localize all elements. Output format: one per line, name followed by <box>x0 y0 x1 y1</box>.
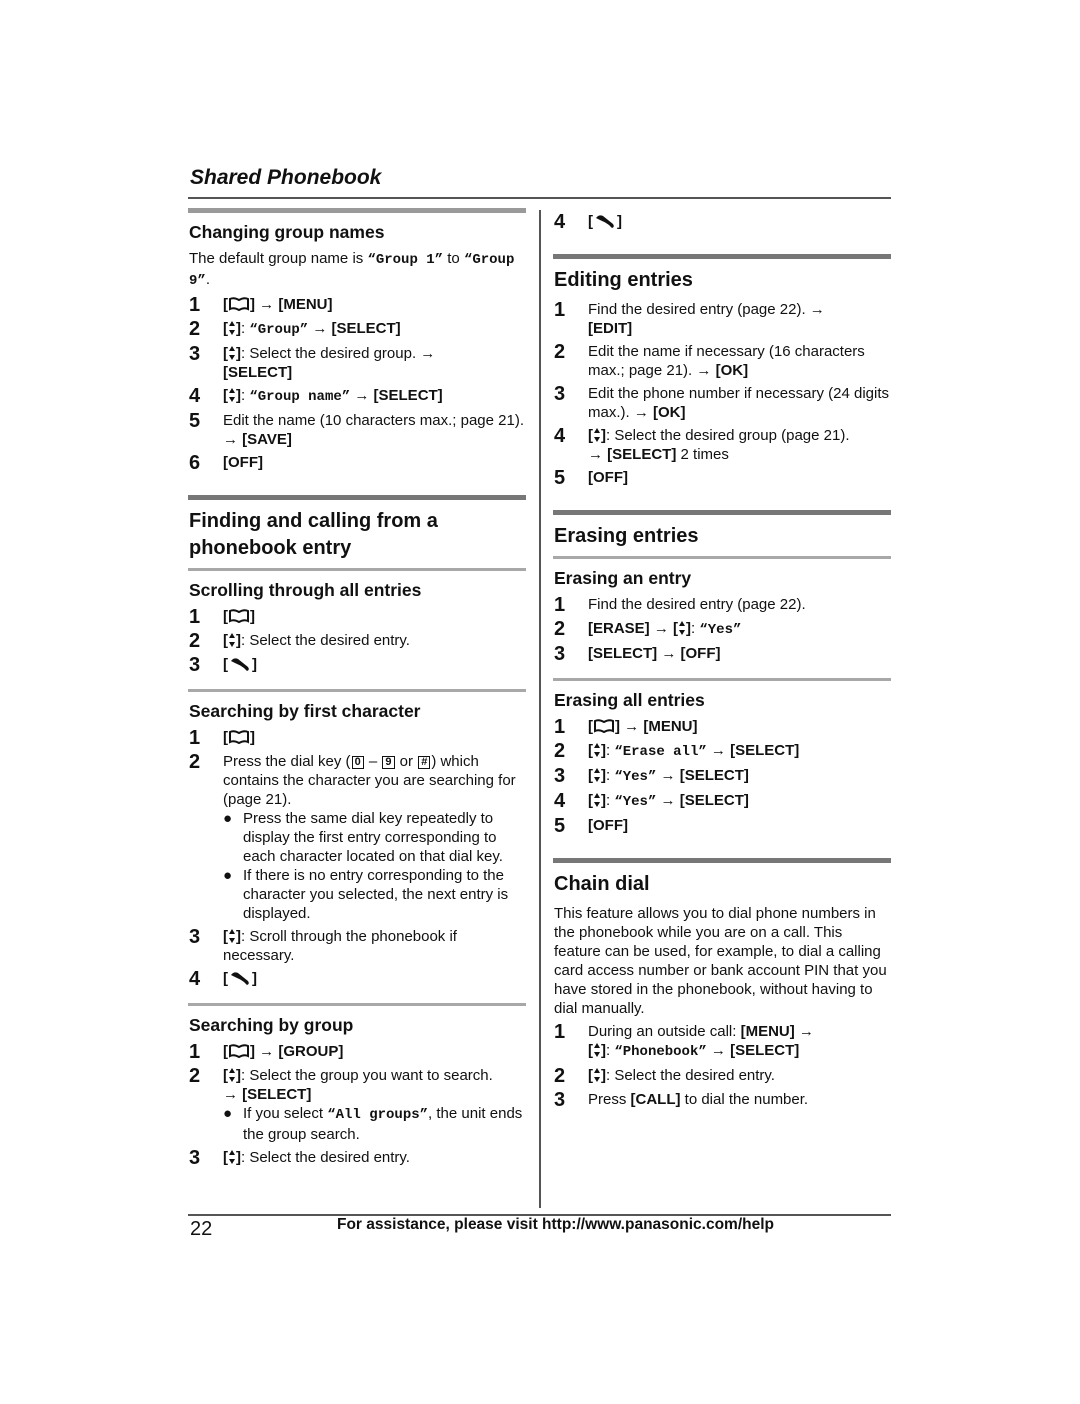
intro-text: The default group name is “Group 1” to “… <box>189 250 515 289</box>
step: 1 [] → [MENU] <box>554 716 698 738</box>
column-divider <box>539 210 541 1208</box>
step: 3 Edit the phone number if necessary (24… <box>554 383 890 421</box>
step: 4 [] <box>189 968 257 990</box>
subsection-heading-erase-one: Erasing an entry <box>554 568 692 588</box>
up-down-navigator-icon <box>594 793 600 807</box>
up-down-navigator-icon <box>229 929 235 943</box>
section-rule <box>188 208 526 213</box>
step: 5 Edit the name (10 characters max.; pag… <box>189 410 524 448</box>
step: 1 [] <box>189 727 255 749</box>
step: 2 []: “Erase all” → [SELECT] <box>554 740 800 762</box>
dial-key-0: 0 <box>351 756 364 769</box>
section-rule <box>553 254 891 259</box>
header-rule <box>188 197 891 199</box>
up-down-navigator-icon <box>594 743 600 757</box>
step: 5 [OFF] <box>554 467 628 489</box>
talk-handset-icon <box>231 658 249 671</box>
section-heading-editing: Editing entries <box>554 269 693 291</box>
phonebook-icon <box>229 297 249 312</box>
step: 1 [] → [GROUP] <box>189 1041 344 1063</box>
step: 3 []: Select the desired entry. <box>189 1147 410 1169</box>
up-down-navigator-icon <box>229 346 235 360</box>
up-down-navigator-icon <box>594 768 600 782</box>
step: 2 []: Select the group you want to searc… <box>189 1066 526 1144</box>
up-down-navigator-icon <box>679 621 686 635</box>
subsection-rule <box>188 1003 526 1006</box>
chain-dial-intro: This feature allows you to dial phone nu… <box>554 905 887 1017</box>
step: 1 During an outside call: [MENU] →[]: “P… <box>554 1021 814 1060</box>
step: 2 Press the dial key (0 – 9 or #) which … <box>189 752 526 923</box>
step: 3 []: Select the desired group. → [SELECT… <box>189 343 436 381</box>
step: 2 [ERASE] → []: “Yes” <box>554 618 742 640</box>
subsection-heading-by-group: Searching by group <box>189 1015 354 1035</box>
subsection-rule <box>553 556 891 559</box>
step: 1 Find the desired entry (page 22). <box>554 594 806 616</box>
section-heading-changing-group-names: Changing group names <box>189 222 385 242</box>
section-heading-chain-dial: Chain dial <box>554 873 650 895</box>
step: 3 [SELECT] → [OFF] <box>554 643 721 665</box>
step: 3 [] <box>189 654 257 676</box>
step: 4 []: “Group name” → [SELECT] <box>189 385 443 407</box>
step: 5 [OFF] <box>554 815 628 837</box>
section-heading-finding: Finding and calling from a phonebook ent… <box>189 510 438 559</box>
up-down-navigator-icon <box>229 388 235 402</box>
up-down-navigator-icon <box>594 1043 600 1057</box>
subsection-heading-first-character: Searching by first character <box>189 701 421 721</box>
footer-assistance-text: For assistance, please visit http://www.… <box>337 1216 774 1233</box>
step: 4 [] <box>554 211 622 233</box>
up-down-navigator-icon <box>229 633 235 647</box>
step: 4 []: Select the desired group (page 21)… <box>554 425 850 463</box>
step: 3 []: “Yes” → [SELECT] <box>554 765 749 787</box>
step: 1 Find the desired entry (page 22). → [ED… <box>554 299 825 337</box>
bullet-item: ● If you select “All groups”, the unit en… <box>223 1105 523 1143</box>
right-column: 4 [] Editing entries 1 Find the desired … <box>553 208 891 1114</box>
subsection-rule <box>553 678 891 681</box>
step: 3 Press [CALL] to dial the number. <box>554 1089 809 1111</box>
step: 4 []: “Yes” → [SELECT] <box>554 790 749 812</box>
subsection-rule <box>188 689 526 692</box>
left-column: Changing group names The default group n… <box>188 208 526 1172</box>
dial-key-9: 9 <box>382 756 395 769</box>
phonebook-icon <box>229 730 249 745</box>
up-down-navigator-icon <box>229 321 235 335</box>
step: 6 [OFF] <box>189 452 263 474</box>
section-heading-erasing: Erasing entries <box>554 525 699 547</box>
step: 1 [] → [MENU] <box>189 294 333 316</box>
up-down-navigator-icon <box>594 428 600 442</box>
subsection-heading-erase-all: Erasing all entries <box>554 690 705 710</box>
phonebook-icon <box>229 1044 249 1059</box>
bullet-item: ● If there is no entry corresponding to t… <box>223 867 509 922</box>
step: 3 []: Scroll through the phonebook if ne… <box>189 926 457 964</box>
up-down-navigator-icon <box>594 1068 600 1082</box>
phonebook-icon <box>594 719 614 734</box>
up-down-navigator-icon <box>229 1150 235 1164</box>
talk-handset-icon <box>596 215 614 228</box>
page-title: Shared Phonebook <box>190 166 382 189</box>
up-down-navigator-icon <box>229 1068 235 1082</box>
dial-key-hash: # <box>418 756 431 769</box>
step: 2 []: “Group” → [SELECT] <box>189 318 401 340</box>
step: 2 Edit the name if necessary (16 charact… <box>554 341 865 379</box>
talk-handset-icon <box>231 972 249 985</box>
section-rule <box>553 858 891 863</box>
section-rule <box>188 495 526 500</box>
step: 1 [] <box>189 606 255 628</box>
subsection-heading-scrolling: Scrolling through all entries <box>189 580 422 600</box>
step: 2 []: Select the desired entry. <box>189 630 410 652</box>
page-number: 22 <box>190 1218 213 1240</box>
bullet-item: ● Press the same dial key repeatedly to d… <box>223 810 503 865</box>
subsection-rule <box>188 568 526 571</box>
phonebook-icon <box>229 609 249 624</box>
section-rule <box>553 510 891 515</box>
step: 2 []: Select the desired entry. <box>554 1065 775 1087</box>
